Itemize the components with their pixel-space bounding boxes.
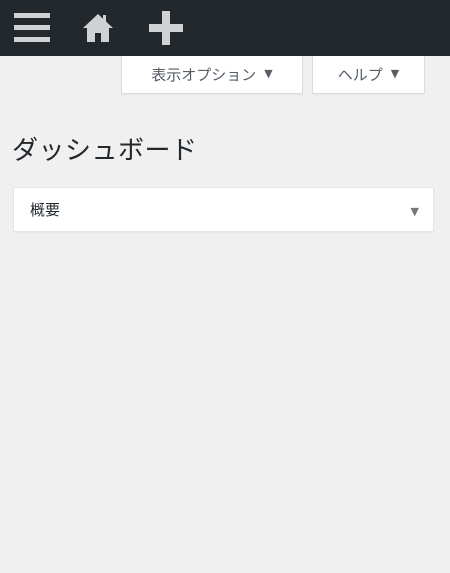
postbox-title: 概要 bbox=[30, 201, 61, 219]
admin-bar bbox=[0, 0, 450, 56]
home-icon bbox=[82, 12, 114, 44]
triangle-down-icon: ▼ bbox=[264, 67, 273, 80]
page-title: ダッシュボード bbox=[12, 136, 198, 166]
toggle-triangle-icon[interactable]: ▼ bbox=[411, 188, 419, 233]
menu-button[interactable] bbox=[6, 0, 58, 56]
screen-options-label: 表示オプション bbox=[151, 66, 257, 84]
add-new-button[interactable] bbox=[140, 0, 192, 56]
help-label: ヘルプ bbox=[337, 66, 383, 84]
plus-icon bbox=[149, 11, 183, 45]
screen-options-button[interactable]: 表示オプション ▼ bbox=[121, 56, 303, 94]
home-button[interactable] bbox=[72, 0, 124, 56]
overview-postbox[interactable]: 概要 ▼ bbox=[13, 187, 434, 232]
help-button[interactable]: ヘルプ ▼ bbox=[312, 56, 425, 94]
menu-icon bbox=[14, 12, 50, 44]
triangle-down-icon: ▼ bbox=[390, 67, 400, 80]
